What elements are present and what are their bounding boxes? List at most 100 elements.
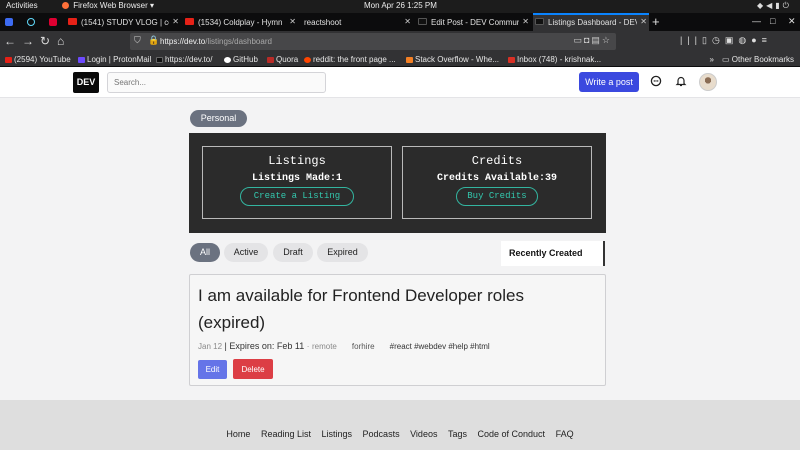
tab-title: Edit Post - DEV Commun [431,18,519,27]
sidebar-icon[interactable]: ▯ [702,35,712,45]
activities-button[interactable]: Activities [6,1,38,10]
home-button[interactable]: ⌂ [57,34,64,48]
tab-listings-dashboard[interactable]: Listings Dashboard - DEV ✕ [533,13,649,31]
system-status-area[interactable]: ◆◀▮⏻ [757,1,792,11]
dev-logo[interactable]: DEV [73,72,99,93]
bookmarks-bar: (2594) YouTube Login | ProtonMail https:… [0,53,800,67]
dev-icon [156,57,163,63]
credits-title: Credits [471,154,523,168]
url-bar[interactable]: ⛉ 🔒 https://dev.to/listings/dashboard ▭◘… [130,33,616,50]
close-icon[interactable]: ✕ [289,17,296,26]
clock-icon[interactable]: ◷ [712,35,725,45]
pinned-tab-docs[interactable] [0,13,18,31]
pinned-tab-angular[interactable] [44,13,62,31]
quora-icon [267,57,274,63]
sort-select[interactable]: Recently Created [501,241,605,266]
extension-icon[interactable]: ◍ [738,35,751,45]
system-top-bar: Activities Firefox Web Browser ▾ Mon Apr… [0,0,800,13]
wifi-icon: ◆ [756,1,767,10]
protonmail-icon [78,57,85,63]
bookmark-dev[interactable]: https://dev.to/ [156,55,212,64]
footer-link-faq[interactable]: FAQ [556,429,574,439]
meta-separator: · [306,342,310,351]
forward-button[interactable]: → [22,34,34,48]
chevron-double-right-icon: » [709,55,714,64]
volume-icon: ◀ [766,1,776,10]
maximize-button[interactable]: □ [770,16,775,26]
footer-link-videos[interactable]: Videos [410,429,437,439]
bookmark-stackoverflow[interactable]: Stack Overflow - Whe... [406,55,499,64]
reload-button[interactable]: ↻ [40,34,50,48]
close-icon[interactable]: ✕ [172,17,179,26]
firefox-icon [62,2,69,9]
footer-link-listings[interactable]: Listings [322,429,353,439]
bookmark-reddit[interactable]: reddit: the front page ... [304,55,396,64]
tab-edit-post[interactable]: Edit Post - DEV Commun ✕ [416,13,531,31]
back-button[interactable]: ← [4,34,16,48]
menu-icon[interactable]: ≡ [762,35,772,45]
bell-icon[interactable] [675,75,687,87]
filter-all[interactable]: All [190,243,220,262]
close-window-button[interactable]: ✕ [788,16,796,27]
footer-link-code-of-conduct[interactable]: Code of Conduct [478,429,546,439]
docs-icon [5,18,13,26]
battery-icon: ▮ [775,1,783,10]
angular-icon [49,18,57,26]
shield-icon[interactable]: ⛉ [134,35,141,46]
chat-icon[interactable] [650,75,662,87]
pinned-tab-react[interactable] [22,13,40,31]
listing-meta: Jan 12 | Expires on: Feb 11 · remote for… [198,341,490,351]
tab-study-vlog[interactable]: (1541) STUDY VLOG | coll ✕ [66,13,181,31]
filter-active[interactable]: Active [224,243,268,262]
bookmark-gmail[interactable]: Inbox (748) - krishnak... [508,55,601,64]
bookmark-quora[interactable]: Quora [267,55,298,64]
url-text[interactable]: https://dev.to/listings/dashboard [160,37,272,46]
flag-icon[interactable]: ▤ [591,35,602,45]
footer-link-podcasts[interactable]: Podcasts [363,429,400,439]
write-post-button[interactable]: Write a post [579,72,639,92]
tab-coldplay[interactable]: (1534) Coldplay - Hymn ✕ [183,13,298,31]
footer-link-tags[interactable]: Tags [448,429,467,439]
bookmark-label: Quora [276,55,299,64]
grammarly-icon[interactable]: ● [751,35,761,45]
url-actions: ▭◘▤☆ [573,35,612,46]
buy-credits-button[interactable]: Buy Credits [456,187,538,206]
reader-icon[interactable]: ▭ [573,35,584,45]
clock[interactable]: Mon Apr 26 1:25 PM [364,1,437,10]
delete-button[interactable]: Delete [233,359,273,379]
toolbar-extensions: |||▯◷▣◍●≡ [680,35,772,46]
footer-link-home[interactable]: Home [226,429,250,439]
listing-category[interactable]: forhire [352,342,375,351]
close-icon[interactable]: ✕ [522,17,529,26]
avatar[interactable] [699,73,717,91]
reddit-icon [304,57,311,63]
bookmark-github[interactable]: GitHub [224,55,258,64]
minimize-button[interactable]: — [752,16,761,26]
search-input[interactable] [107,72,326,93]
filter-expired[interactable]: Expired [317,243,368,262]
listing-title[interactable]: I am available for Frontend Developer ro… [198,282,578,336]
url-path: /listings/dashboard [205,37,272,46]
close-icon[interactable]: ✕ [640,17,647,26]
react-icon [27,18,35,26]
footer-link-reading-list[interactable]: Reading List [261,429,311,439]
lock-icon[interactable]: 🔒 [148,35,159,46]
pocket-ext-icon[interactable]: ▣ [725,35,739,45]
listings-title: Listings [268,154,326,168]
library-icon[interactable]: ||| [680,35,702,45]
create-listing-button[interactable]: Create a Listing [240,187,354,206]
bookmark-youtube[interactable]: (2594) YouTube [5,55,71,64]
listing-tags[interactable]: #react #webdev #help #html [390,342,490,351]
bookmark-star-icon[interactable]: ☆ [602,35,612,45]
chevron-down-icon: ▾ [150,1,155,10]
credits-card: Credits Credits Available:39 Buy Credits [402,146,592,219]
personal-tab[interactable]: Personal [190,110,247,127]
other-bookmarks[interactable]: » ▭ Other Bookmarks [710,55,794,64]
edit-button[interactable]: Edit [198,360,227,379]
filter-draft[interactable]: Draft [273,243,313,262]
close-icon[interactable]: ✕ [404,17,411,26]
new-tab-button[interactable]: + [652,14,660,29]
tab-reactshoot[interactable]: reactshoot ✕ [300,13,413,31]
app-menu[interactable]: Firefox Web Browser ▾ [62,1,154,10]
bookmark-protonmail[interactable]: Login | ProtonMail [78,55,151,64]
